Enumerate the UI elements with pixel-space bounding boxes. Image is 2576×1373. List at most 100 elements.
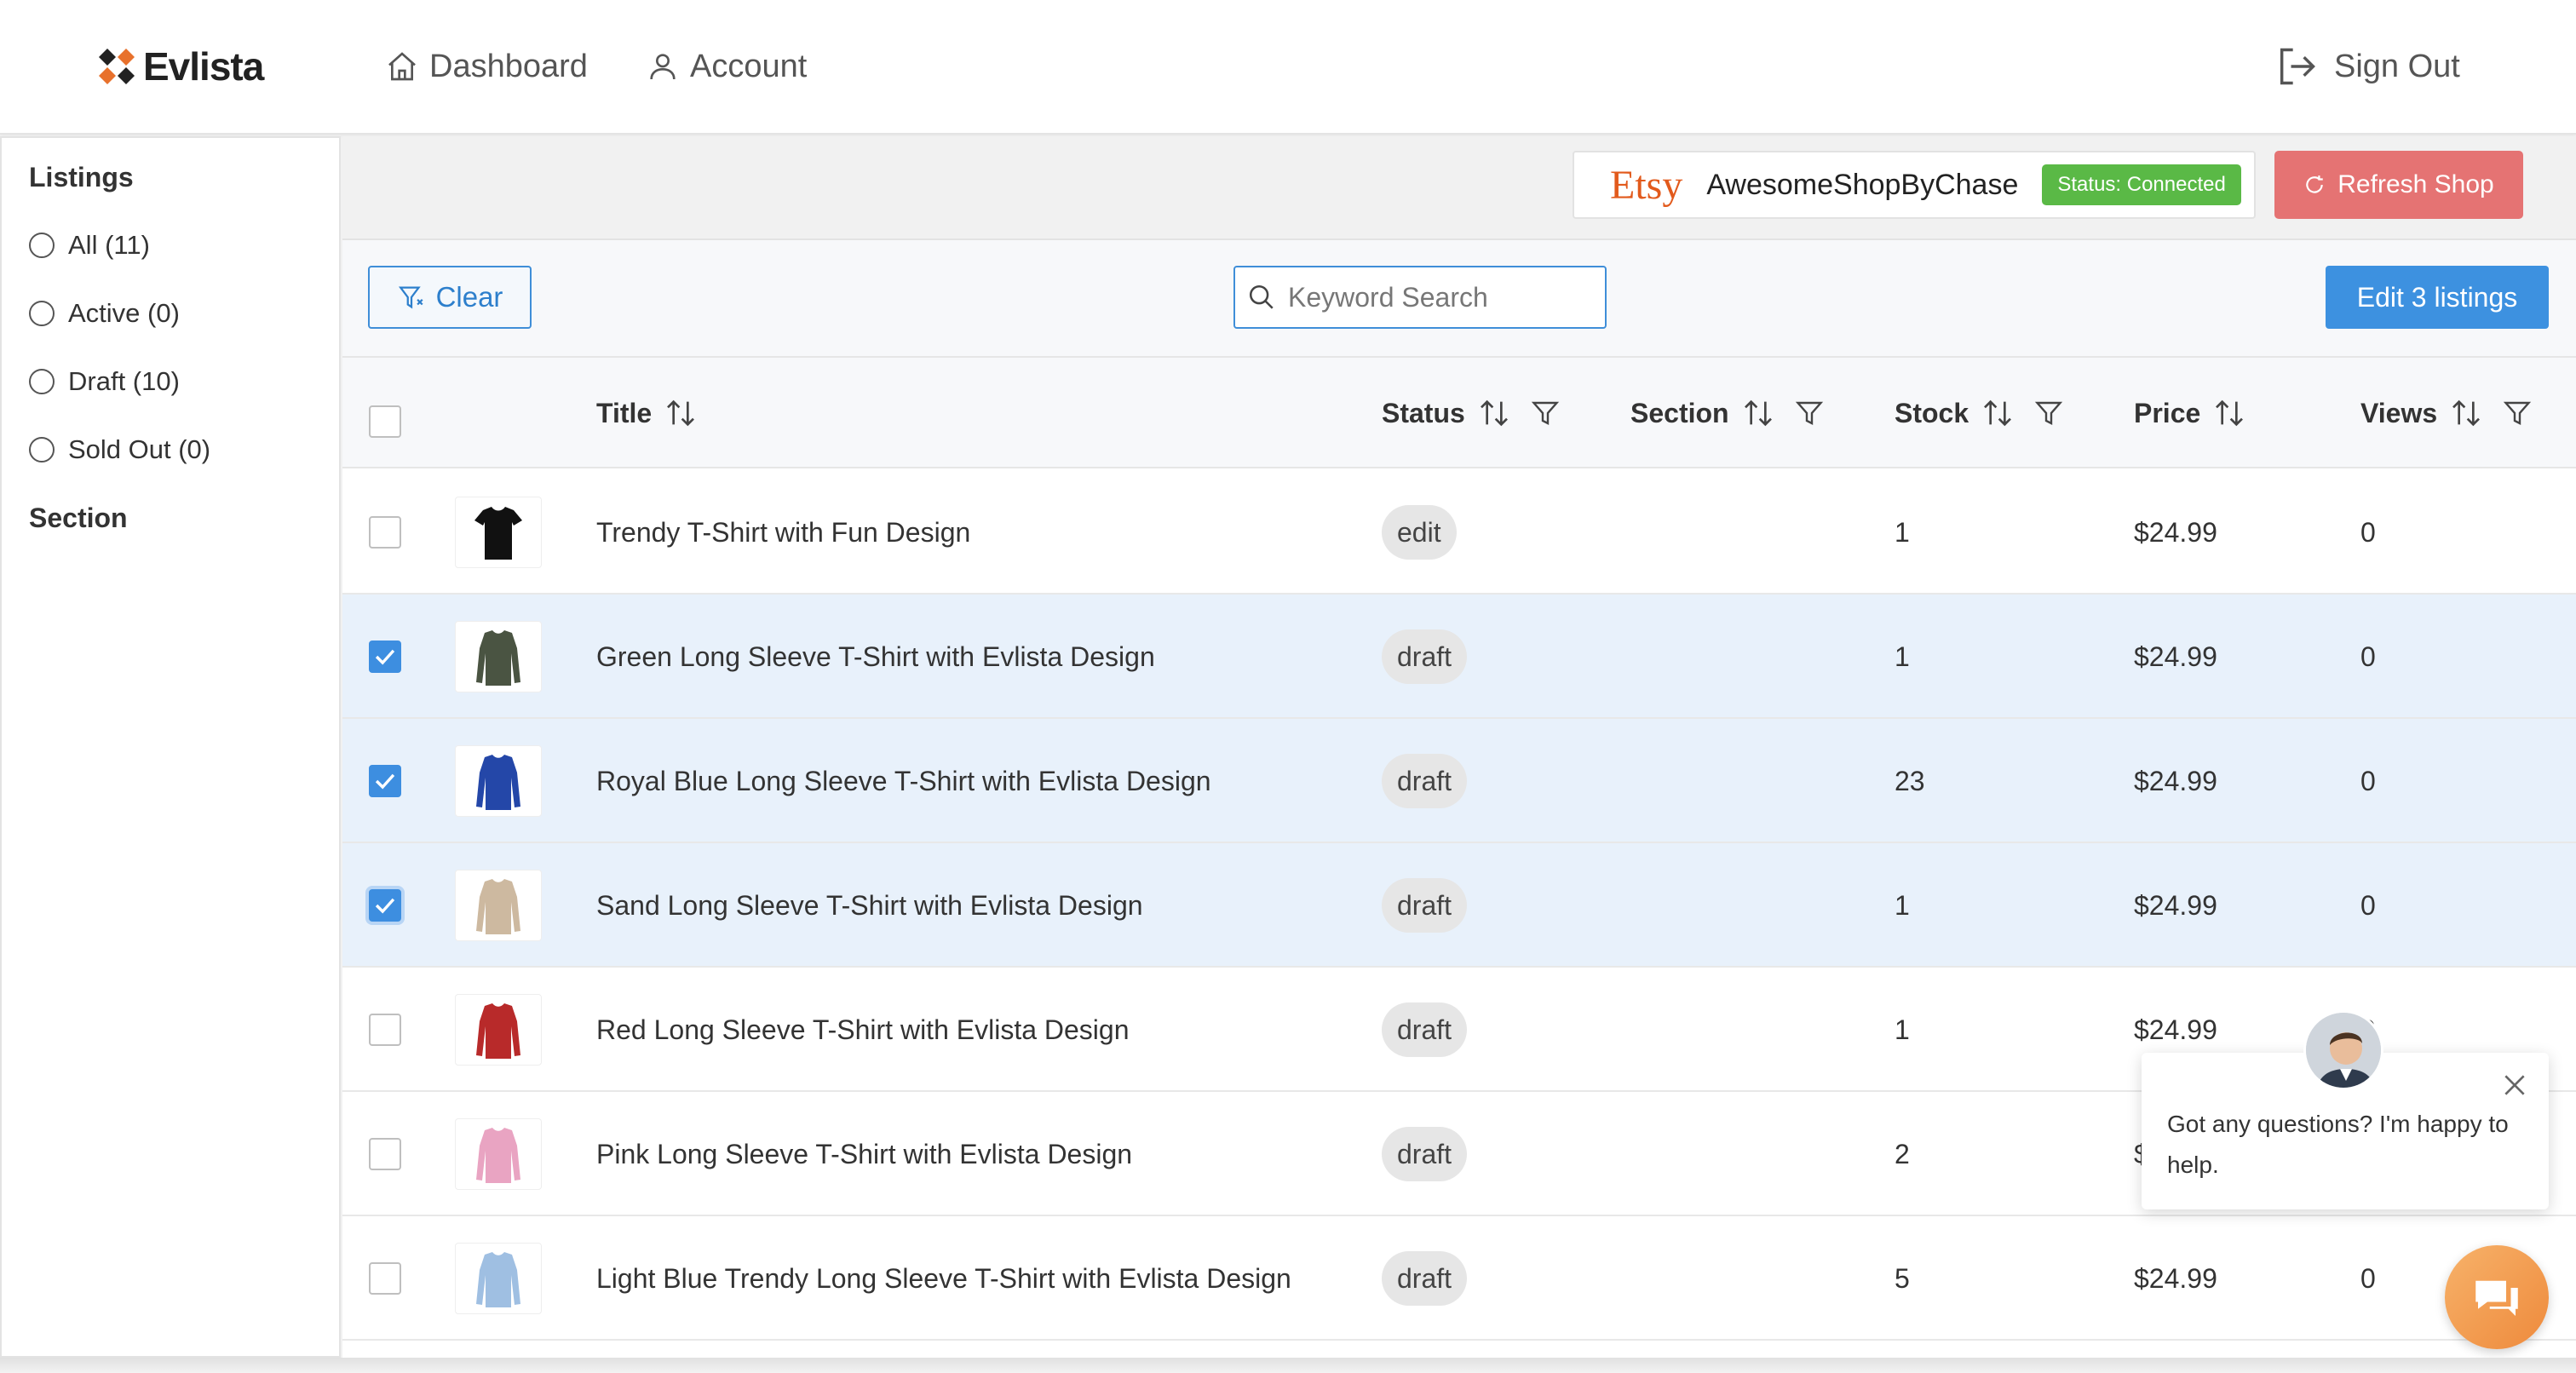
shirt-icon [474, 507, 522, 560]
evlista-logo-icon [99, 49, 135, 84]
status-pill: draft [1382, 754, 1468, 808]
views-cell: 0 [2360, 516, 2376, 548]
column-title: Title [596, 394, 698, 433]
check-icon [375, 773, 395, 790]
home-icon [388, 52, 416, 81]
product-thumbnail[interactable] [455, 745, 542, 817]
clear-filters-button[interactable]: Clear [368, 266, 532, 329]
radio-button[interactable] [29, 233, 55, 258]
status-pill: draft [1382, 1002, 1468, 1057]
row-checkbox[interactable] [369, 1262, 401, 1295]
views-cell: 0 [2360, 765, 2376, 796]
column-price-label: Price [2134, 397, 2201, 428]
section-heading: Section [29, 503, 128, 533]
price-cell: $24.99 [2134, 1014, 2217, 1045]
filter-all[interactable]: All (11) [29, 227, 150, 264]
views-cell: 0 [2360, 641, 2376, 672]
app-name: Evlista [143, 44, 264, 89]
chat-bubble-icon [2475, 1280, 2518, 1316]
chat-message: Got any questions? I'm happy to help. [2167, 1111, 2509, 1178]
row-checkbox[interactable] [369, 765, 401, 797]
stock-cell: 1 [1895, 516, 1910, 548]
product-thumbnail[interactable] [455, 994, 542, 1066]
avatar [2303, 1010, 2383, 1090]
listing-title[interactable]: Sand Long Sleeve T-Shirt with Evlista De… [596, 887, 1143, 924]
listing-title[interactable]: Light Blue Trendy Long Sleeve T-Shirt wi… [596, 1260, 1291, 1297]
radio-button[interactable] [29, 437, 55, 462]
sign-out-icon [2280, 48, 2315, 85]
nav-dashboard-label: Dashboard [429, 48, 588, 84]
status-pill: edit [1382, 505, 1457, 560]
filter-icon[interactable] [1530, 398, 1561, 428]
row-checkbox[interactable] [369, 1138, 401, 1170]
filter-draft-label: Draft (10) [68, 366, 180, 396]
product-thumbnail[interactable] [455, 1243, 542, 1314]
price-cell: $24.99 [2134, 765, 2217, 796]
listings-heading: Listings [29, 162, 134, 192]
listing-title[interactable]: Royal Blue Long Sleeve T-Shirt with Evli… [596, 762, 1211, 800]
price-cell: $24.99 [2134, 516, 2217, 548]
status-pill: draft [1382, 629, 1468, 684]
listing-title[interactable]: Pink Long Sleeve T-Shirt with Evlista De… [596, 1135, 1132, 1173]
price-cell: $24.99 [2134, 1262, 2217, 1294]
listing-title[interactable]: Trendy T-Shirt with Fun Design [596, 514, 970, 551]
status-pill: draft [1382, 1127, 1468, 1181]
sign-out-button[interactable]: Sign Out [2274, 41, 2460, 92]
product-thumbnail[interactable] [455, 621, 542, 692]
nav-account-label: Account [690, 48, 808, 84]
filter-icon[interactable] [2033, 398, 2064, 428]
product-thumbnail[interactable] [455, 497, 542, 568]
edit-listings-button[interactable]: Edit 3 listings [2326, 266, 2549, 329]
stock-cell: 2 [1895, 1138, 1910, 1169]
sort-icon[interactable] [2212, 396, 2246, 430]
filter-sold-out-label: Sold Out (0) [68, 434, 211, 464]
search-input[interactable] [1288, 281, 1595, 313]
user-icon [650, 54, 676, 80]
column-title-label: Title [596, 397, 653, 428]
product-thumbnail[interactable] [455, 870, 542, 941]
filter-sold-out[interactable]: Sold Out (0) [29, 431, 210, 468]
radio-button[interactable] [29, 301, 55, 326]
app-logo[interactable]: Evlista [95, 39, 264, 94]
row-checkbox[interactable] [369, 889, 401, 922]
status-pill: draft [1382, 1251, 1468, 1306]
shirt-icon [476, 879, 520, 934]
column-section: Section [1630, 394, 1825, 433]
column-status: Status [1382, 394, 1561, 433]
etsy-logo: Etsy [1610, 162, 1683, 208]
column-status-label: Status [1382, 397, 1465, 428]
stock-cell: 23 [1895, 765, 1925, 796]
sort-icon[interactable] [2449, 396, 2483, 430]
stock-cell: 5 [1895, 1262, 1910, 1294]
refresh-shop-button[interactable]: Refresh Shop [2274, 151, 2523, 219]
check-icon [375, 898, 395, 914]
filter-active[interactable]: Active (0) [29, 295, 180, 332]
filter-icon[interactable] [1794, 398, 1825, 428]
row-checkbox[interactable] [369, 1014, 401, 1046]
listing-title[interactable]: Red Long Sleeve T-Shirt with Evlista Des… [596, 1011, 1130, 1048]
shirt-icon [476, 1252, 520, 1307]
shop-card: Etsy AwesomeShopByChase Status: Connecte… [1573, 151, 2256, 219]
row-checkbox[interactable] [369, 516, 401, 549]
nav-account[interactable]: Account [646, 41, 807, 92]
radio-button[interactable] [29, 369, 55, 394]
sort-icon[interactable] [664, 396, 698, 430]
nav-dashboard[interactable]: Dashboard [385, 41, 588, 92]
stock-cell: 1 [1895, 641, 1910, 672]
product-thumbnail[interactable] [455, 1118, 542, 1190]
column-stock-label: Stock [1895, 397, 1969, 428]
chat-launcher-button[interactable] [2445, 1245, 2549, 1349]
column-views-label: Views [2360, 397, 2438, 428]
row-checkbox[interactable] [369, 641, 401, 673]
close-icon[interactable] [2501, 1071, 2528, 1099]
column-stock: Stock [1895, 394, 2064, 433]
column-price: Price [2134, 394, 2246, 433]
sort-icon[interactable] [1477, 396, 1511, 430]
sort-icon[interactable] [1981, 396, 2015, 430]
listing-title[interactable]: Green Long Sleeve T-Shirt with Evlista D… [596, 638, 1155, 675]
filter-draft[interactable]: Draft (10) [29, 363, 180, 400]
sort-icon[interactable] [1741, 396, 1775, 430]
filter-icon[interactable] [2502, 398, 2533, 428]
keyword-search[interactable] [1233, 266, 1607, 329]
select-all-checkbox[interactable] [369, 405, 401, 438]
